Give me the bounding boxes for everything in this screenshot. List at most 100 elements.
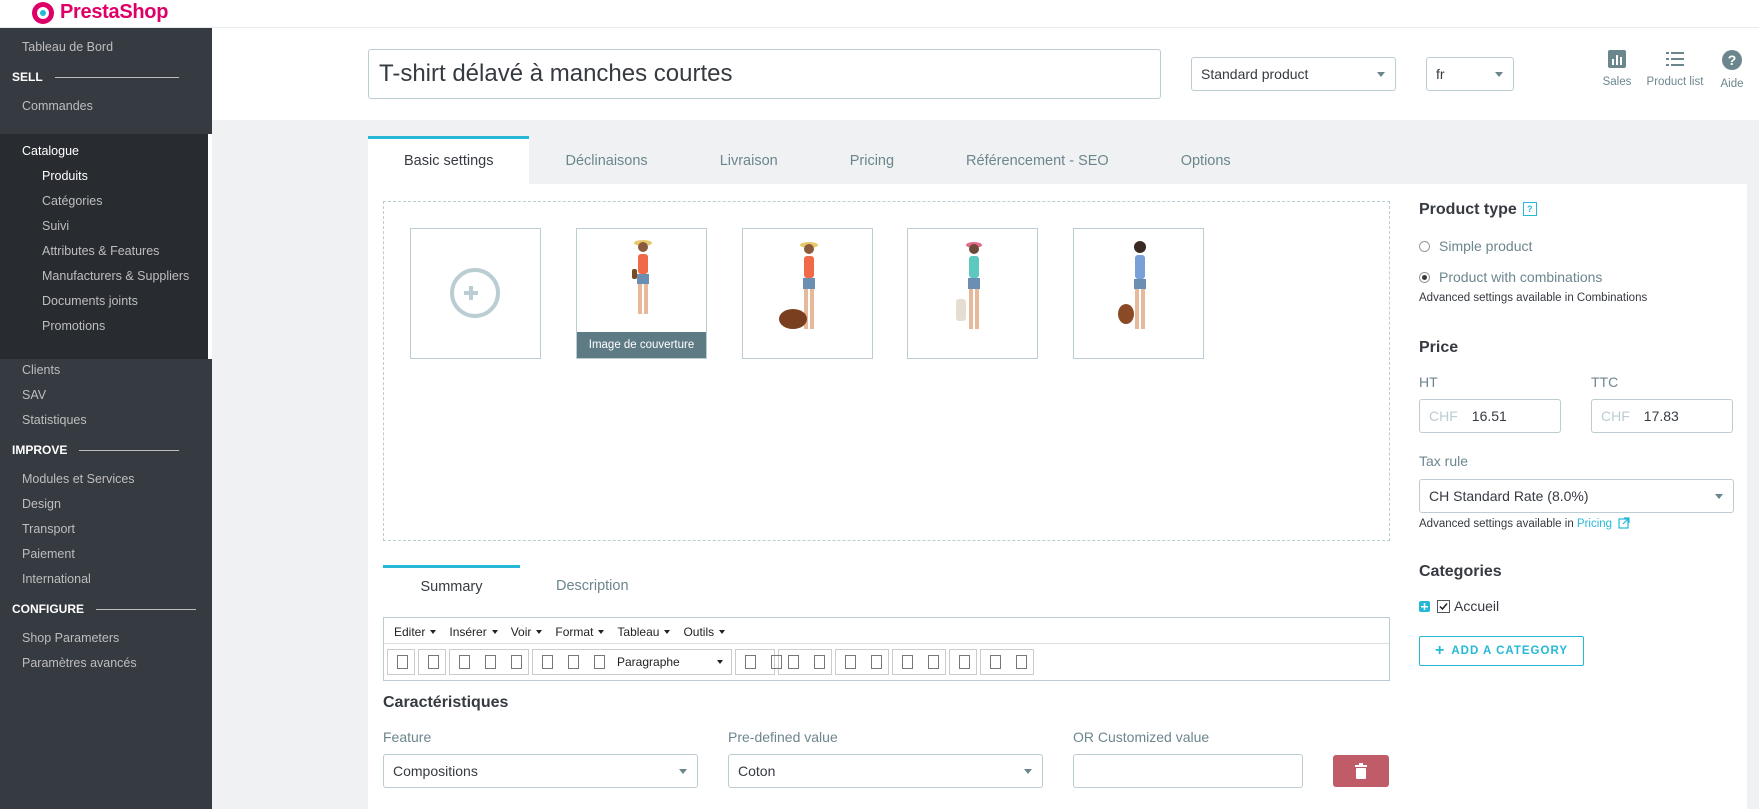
features-title: Caractéristiques — [383, 694, 509, 711]
tab-summary[interactable]: Summary — [383, 565, 520, 603]
undo-icon[interactable] — [388, 650, 414, 674]
add-category-button[interactable]: + ADD A CATEGORY — [1419, 636, 1584, 666]
color-picker-icon[interactable] — [762, 650, 782, 674]
tab-basic-settings[interactable]: Basic settings — [368, 136, 530, 184]
unlink-icon[interactable] — [919, 650, 945, 674]
image-icon[interactable] — [950, 650, 976, 674]
sidebar-item-catalogue[interactable]: Catalogue — [22, 144, 79, 158]
outdent-icon[interactable] — [836, 650, 862, 674]
table-icon[interactable] — [981, 650, 1007, 674]
menu-view[interactable]: Voir — [511, 625, 543, 643]
product-image-thumbnail[interactable] — [1073, 228, 1204, 359]
product-name-input[interactable]: T-shirt délavé à manches courtes — [368, 49, 1161, 99]
sidebar-item-shop-parameters[interactable]: Shop Parameters — [22, 631, 119, 645]
summary-editor[interactable]: Editer Insérer Voir Format Tableau Outil… — [383, 617, 1390, 681]
radio-button[interactable] — [1419, 240, 1430, 252]
help-icon: ? — [1722, 50, 1742, 70]
sidebar-item-shipping[interactable]: Transport — [22, 522, 75, 536]
external-link-icon[interactable] — [1618, 517, 1630, 529]
delete-feature-button[interactable] — [1333, 755, 1389, 787]
sidebar: Tableau de Bord SELL Commandes Catalogue… — [0, 28, 212, 809]
sidebar-item-customers[interactable]: Clients — [22, 363, 60, 377]
feature-select[interactable]: Compositions — [383, 754, 698, 788]
align-right-icon[interactable] — [585, 650, 611, 674]
sidebar-subitem-manufacturers[interactable]: Manufacturers & Suppliers — [42, 269, 189, 283]
sidebar-item-service[interactable]: SAV — [22, 388, 46, 402]
product-photo — [1118, 241, 1146, 329]
checkbox-checked[interactable] — [1437, 599, 1450, 613]
description-tabs: Summary Description — [383, 565, 665, 603]
sidebar-item-dashboard[interactable]: Tableau de Bord — [22, 40, 113, 54]
prestashop-logo[interactable]: PrestaShop — [32, 1, 168, 24]
tax-rule-label: Tax rule — [1419, 453, 1469, 469]
menu-insert[interactable]: Insérer — [449, 625, 498, 643]
product-list-button[interactable]: Product list — [1641, 50, 1709, 88]
product-photo — [956, 242, 982, 329]
tax-rule-select[interactable]: CH Standard Rate (8.0%) — [1419, 479, 1734, 513]
sidebar-item-advanced-parameters[interactable]: Paramètres avancés — [22, 656, 137, 670]
sidebar-subitem-monitoring[interactable]: Suivi — [42, 219, 69, 233]
plus-circle-icon — [450, 268, 500, 318]
tab-shipping[interactable]: Livraison — [684, 136, 814, 184]
prestashop-logo-icon — [32, 1, 54, 24]
menu-tools[interactable]: Outils — [683, 625, 726, 643]
tab-options[interactable]: Options — [1145, 136, 1267, 184]
underline-icon[interactable] — [502, 650, 528, 674]
sidebar-item-international[interactable]: International — [22, 572, 91, 586]
bullet-list-icon[interactable] — [779, 650, 805, 674]
price-ttc-input[interactable]: CHF 17.83 — [1591, 399, 1733, 433]
align-left-icon[interactable] — [533, 650, 559, 674]
code-icon[interactable] — [1007, 650, 1033, 674]
menu-table[interactable]: Tableau — [617, 625, 671, 643]
tab-description[interactable]: Description — [520, 565, 665, 603]
sidebar-subitem-attributes[interactable]: Attributes & Features — [42, 244, 159, 258]
bold-icon[interactable] — [450, 650, 476, 674]
sidebar-subitem-attachments[interactable]: Documents joints — [42, 294, 138, 308]
menu-edit[interactable]: Editer — [394, 625, 437, 643]
sidebar-item-payment[interactable]: Paiement — [22, 547, 75, 561]
indent-icon[interactable] — [862, 650, 888, 674]
help-button[interactable]: ? Aide — [1717, 50, 1747, 90]
custom-value-input[interactable] — [1073, 754, 1303, 788]
category-label: Accueil — [1454, 598, 1500, 614]
language-select[interactable]: fr — [1426, 57, 1514, 91]
help-icon[interactable]: ? — [1522, 202, 1537, 216]
combinations-note-link[interactable]: Advanced settings available in Combinati… — [1419, 292, 1647, 304]
radio-product-with-combinations[interactable]: Product with combinations — [1419, 269, 1602, 285]
product-type-select[interactable]: Standard product — [1191, 57, 1396, 91]
sidebar-subitem-categories[interactable]: Catégories — [42, 194, 102, 208]
tab-pricing[interactable]: Pricing — [814, 136, 930, 184]
chevron-down-icon — [1715, 494, 1723, 499]
italic-icon[interactable] — [476, 650, 502, 674]
link-icon[interactable] — [893, 650, 919, 674]
product-image-thumbnail[interactable]: Image de couverture — [576, 228, 707, 359]
price-ht-label: HT — [1419, 374, 1438, 390]
radio-simple-product[interactable]: Simple product — [1419, 238, 1532, 254]
predefined-value-select[interactable]: Coton — [728, 754, 1043, 788]
block-format-select[interactable]: Paragraphe — [611, 650, 731, 674]
align-center-icon[interactable] — [559, 650, 585, 674]
radio-button-selected[interactable] — [1419, 271, 1430, 283]
expand-plus-icon[interactable] — [1419, 600, 1430, 612]
tab-seo[interactable]: Référencement - SEO — [930, 136, 1145, 184]
numbered-list-icon[interactable] — [805, 650, 831, 674]
product-image-thumbnail[interactable] — [742, 228, 873, 359]
product-image-thumbnail[interactable] — [907, 228, 1038, 359]
sidebar-item-design[interactable]: Design — [22, 497, 61, 511]
redo-icon[interactable] — [419, 650, 445, 674]
price-ht-input[interactable]: CHF 16.51 — [1419, 399, 1561, 433]
text-color-icon[interactable] — [736, 650, 762, 674]
menu-format[interactable]: Format — [555, 625, 605, 643]
editor-menubar: Editer Insérer Voir Format Tableau Outil… — [384, 618, 1389, 644]
chevron-down-icon — [1024, 769, 1032, 774]
pricing-link[interactable]: Pricing — [1577, 518, 1612, 530]
sidebar-subitem-promotions[interactable]: Promotions — [42, 319, 105, 333]
sidebar-item-modules[interactable]: Modules et Services — [22, 472, 135, 486]
sidebar-subitem-products[interactable]: Produits — [42, 169, 88, 183]
top-header: PrestaShop — [0, 0, 1759, 28]
sales-button[interactable]: Sales — [1600, 50, 1634, 88]
tab-combinations[interactable]: Déclinaisons — [529, 136, 683, 184]
add-image-button[interactable] — [410, 228, 541, 359]
sidebar-item-stats[interactable]: Statistiques — [22, 413, 87, 427]
sidebar-item-orders[interactable]: Commandes — [22, 99, 93, 113]
